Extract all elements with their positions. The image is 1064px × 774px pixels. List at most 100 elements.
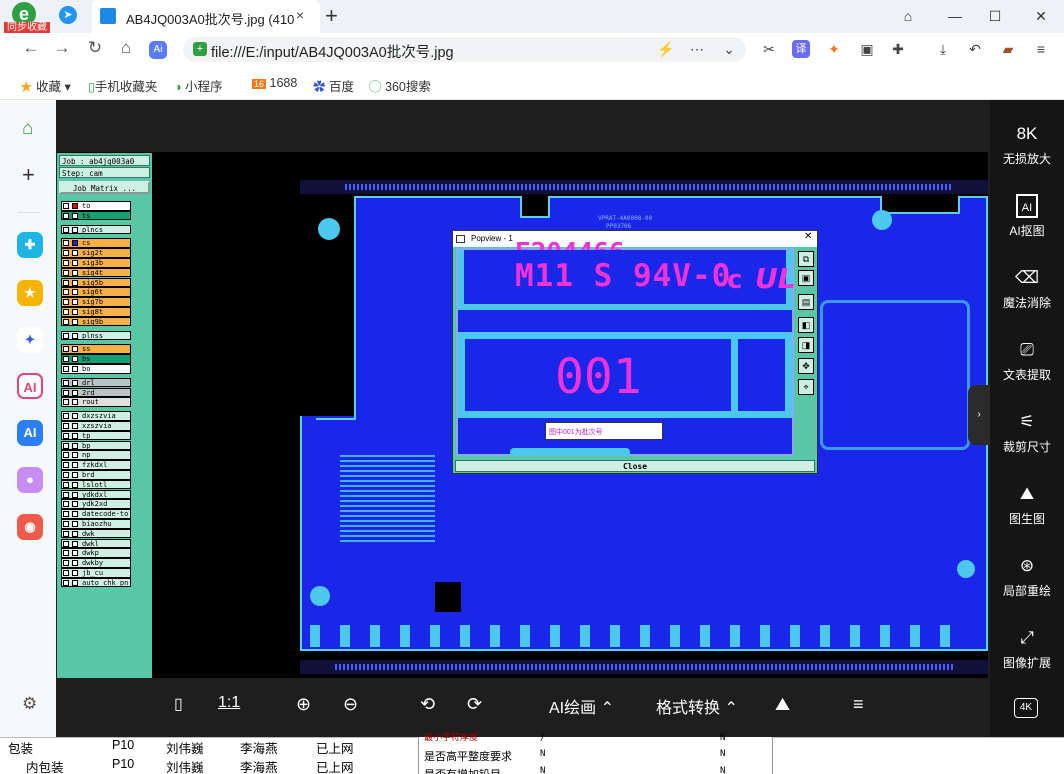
popview-close-button[interactable]: Close — [455, 460, 815, 472]
layer-item-dwkp[interactable]: dwkp — [61, 548, 131, 558]
telegram-icon[interactable]: ➤ — [59, 6, 77, 24]
reload-icon[interactable]: ↻ — [83, 38, 107, 58]
lightning-icon[interactable]: ⚡ — [655, 41, 677, 58]
layer-checkbox[interactable] — [63, 203, 69, 209]
download-icon[interactable]: ⤓ — [932, 41, 954, 58]
layer-item-plncs[interactable]: plncs — [61, 224, 131, 235]
layer-item-rout[interactable]: rout — [61, 397, 131, 407]
layer-checkbox[interactable] — [63, 212, 69, 219]
tool-crop-resize[interactable]: ⚟ 裁剪尺寸 — [994, 410, 1060, 455]
translate-icon[interactable]: 译 — [792, 40, 810, 58]
layer-checkbox[interactable] — [63, 299, 69, 306]
layer-item-lslotl[interactable]: lslotl — [61, 479, 131, 490]
shirt-icon[interactable]: ⌂ — [893, 0, 923, 33]
layer-checkbox[interactable] — [63, 570, 69, 576]
layer-checkbox[interactable] — [63, 260, 69, 266]
layer-checkbox[interactable] — [63, 366, 69, 372]
tool-image-to-image[interactable]: ⛰ 图生图 — [994, 482, 1060, 527]
layer-item-datecode-to[interactable]: datecode-to — [61, 509, 131, 519]
layer-item-bs[interactable]: bs — [61, 354, 131, 364]
new-tab-button[interactable]: + — [325, 3, 338, 29]
layer-checkbox[interactable] — [63, 481, 69, 488]
layer-item-fzkdxl[interactable]: fzkdxl — [61, 460, 131, 470]
forward-icon[interactable]: → — [50, 38, 74, 58]
chevron-down-icon[interactable]: ⌄ — [718, 41, 740, 58]
layer-checkbox[interactable] — [63, 530, 69, 537]
layer-item-sig7b[interactable]: sig7b — [61, 297, 131, 307]
layer-checkbox[interactable] — [63, 226, 69, 233]
layer-checkbox[interactable] — [63, 521, 69, 527]
layer-checkbox[interactable] — [63, 462, 69, 469]
popview-close-icon[interactable]: ✕ — [804, 231, 812, 242]
popview-tool-icon[interactable]: ✥ — [798, 358, 814, 374]
ai-draw-menu[interactable]: AI绘画 ⌃ — [549, 694, 614, 718]
tab-active[interactable]: AB4JQ003A0批次号.jpg (410 — [92, 0, 320, 33]
bookmark-favorites[interactable]: ★ 收藏 ▾ — [20, 76, 71, 95]
layer-checkbox[interactable] — [63, 289, 69, 296]
layer-checkbox[interactable] — [63, 491, 69, 498]
menu-lines-icon[interactable]: ≡ — [853, 694, 864, 715]
layer-checkbox[interactable] — [63, 279, 69, 286]
toolbox-icon[interactable]: ▰ — [997, 41, 1019, 58]
bookmark-360[interactable]: ◯ 360搜索 — [369, 76, 431, 95]
bookmark-mobile[interactable]: ▯手机收藏夹 — [88, 76, 157, 95]
layer-item-ss[interactable]: ss — [61, 344, 131, 354]
bookmark-1688[interactable]: 16 1688 — [252, 76, 297, 90]
home-icon[interactable]: ⌂ — [22, 118, 33, 140]
popview-tool-icon[interactable]: ▣ — [798, 270, 814, 286]
network-icon[interactable]: ✦ — [17, 327, 43, 353]
more-icon[interactable]: ⋯ — [686, 41, 708, 58]
layer-item-drl[interactable]: drl — [61, 377, 131, 388]
layer-checkbox[interactable] — [63, 356, 69, 363]
menu-icon[interactable]: ≡ — [1030, 41, 1052, 57]
layer-checkbox[interactable] — [63, 250, 69, 257]
game-icon[interactable]: ✦ — [823, 41, 845, 58]
rotate-right-icon[interactable]: ⟳ — [467, 694, 482, 715]
layer-item-dwkl[interactable]: dwkl — [61, 538, 131, 549]
scissors-icon[interactable]: ✂ — [758, 41, 780, 58]
ai-circle-icon[interactable]: AI — [17, 373, 43, 399]
layer-checkbox[interactable] — [63, 332, 69, 339]
layer-item-to[interactable]: to — [61, 201, 131, 211]
layer-item-sig6t[interactable]: sig6t — [61, 287, 131, 297]
layer-checkbox[interactable] — [63, 423, 69, 429]
layer-checkbox[interactable] — [63, 511, 69, 518]
layer-item-sig4t[interactable]: sig4t — [61, 267, 131, 278]
layer-item-sig5b[interactable]: sig5b — [61, 277, 131, 288]
actual-size-button[interactable]: 1:1 — [218, 694, 240, 712]
layer-item-plnss[interactable]: plnss — [61, 330, 131, 341]
tool-text-extract[interactable]: ⎚ 文表提取 — [994, 338, 1060, 383]
tool-lossless-upscale[interactable]: 8K 无损放大 — [994, 122, 1060, 167]
layer-checkbox[interactable] — [63, 346, 69, 353]
layer-checkbox[interactable] — [63, 379, 69, 386]
maximize-button[interactable]: ☐ — [980, 0, 1010, 33]
layer-item-dwkby[interactable]: dwkby — [61, 558, 131, 568]
close-window-button[interactable]: ✕ — [1026, 0, 1056, 33]
layer-item-bo[interactable]: bo — [61, 364, 131, 374]
layer-item-dwk[interactable]: dwk — [61, 528, 131, 539]
zoom-out-icon[interactable]: ⊖ — [343, 694, 358, 715]
layer-checkbox[interactable] — [63, 540, 69, 547]
extensions-icon[interactable]: ✚ — [887, 41, 909, 58]
layer-item-np[interactable]: np — [61, 450, 131, 460]
bookmark-miniprogram[interactable]: ◑ 小程序 — [174, 76, 223, 95]
popview-tool-icon[interactable]: ▤ — [798, 294, 814, 310]
layer-checkbox[interactable] — [63, 442, 69, 449]
tool-image-extend[interactable]: ⤢ 图像扩展 — [994, 626, 1060, 671]
tab-close-icon[interactable]: × — [296, 7, 304, 23]
layer-item-sig9b[interactable]: sig9b — [61, 316, 131, 327]
popview-tool-icon[interactable]: ⧉ — [798, 251, 814, 267]
star-app-icon[interactable]: ★ — [17, 280, 43, 306]
layer-item-sig2t[interactable]: sig2t — [61, 248, 131, 258]
layer-checkbox[interactable] — [63, 452, 69, 459]
layer-item-ydkdxl[interactable]: ydkdxl — [61, 489, 131, 500]
layer-checkbox[interactable] — [63, 560, 69, 567]
layer-checkbox[interactable] — [63, 240, 69, 247]
layer-item-xzszvia[interactable]: xzszvia — [61, 421, 131, 431]
mouse-icon[interactable]: ▯ — [174, 694, 183, 714]
layer-item-sig3b[interactable]: sig3b — [61, 258, 131, 268]
format-convert-menu[interactable]: 格式转换 ⌃ — [656, 694, 738, 718]
add-icon[interactable]: + — [22, 162, 35, 188]
layer-checkbox[interactable] — [63, 432, 69, 439]
layer-checkbox[interactable] — [63, 501, 69, 508]
